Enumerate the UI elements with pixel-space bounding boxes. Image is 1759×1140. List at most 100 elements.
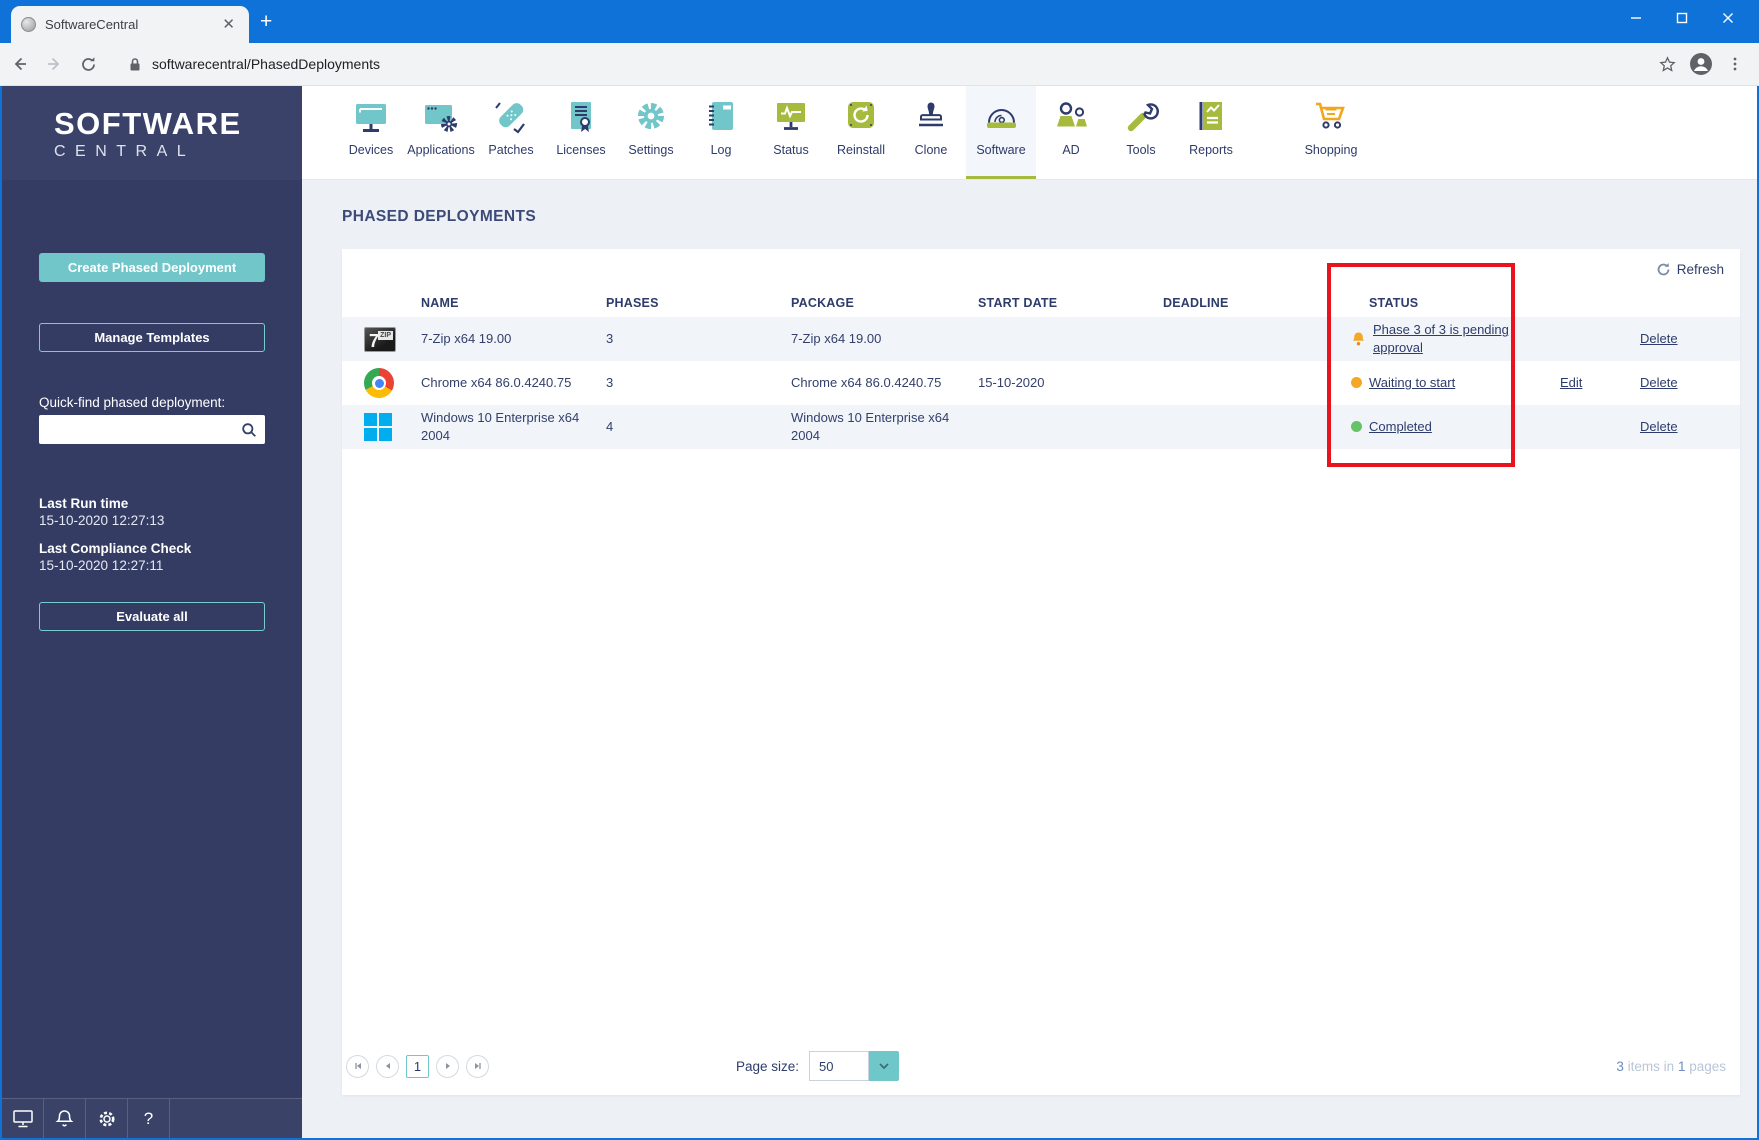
7zip-icon: 7 ZIP xyxy=(364,326,396,352)
col-status: STATUS xyxy=(1369,296,1419,310)
url-text: softwarecentral/PhasedDeployments xyxy=(152,56,381,72)
help-icon[interactable]: ? xyxy=(128,1099,170,1138)
window-maximize-button[interactable] xyxy=(1659,0,1705,36)
deployments-panel: Refresh NAME PHASES PACKAGE START DATE D… xyxy=(342,249,1740,1095)
settings-icon xyxy=(638,103,664,129)
forward-icon[interactable] xyxy=(40,50,68,78)
reports-icon xyxy=(1199,102,1222,130)
page-size-value[interactable]: 50 xyxy=(809,1051,870,1081)
back-icon[interactable] xyxy=(6,50,34,78)
profile-avatar[interactable] xyxy=(1687,50,1715,78)
cell-package: Chrome x64 86.0.4240.75 xyxy=(791,375,942,391)
sidebar-footer: ? xyxy=(2,1098,302,1138)
nav-item-software[interactable]: Software xyxy=(966,86,1036,179)
patches-icon xyxy=(495,102,525,134)
nav-item-tools[interactable]: Tools xyxy=(1106,86,1176,179)
clone-icon xyxy=(919,102,943,127)
favicon-icon xyxy=(21,17,36,32)
status-link[interactable]: Phase 3 of 3 is pending approval xyxy=(1373,321,1523,356)
nav-item-clone[interactable]: Clone xyxy=(896,86,966,179)
delete-link[interactable]: Delete xyxy=(1640,419,1678,434)
nav-item-ad[interactable]: AD xyxy=(1036,86,1106,179)
col-deadline: DEADLINE xyxy=(1163,296,1229,310)
create-phased-deployment-button[interactable]: Create Phased Deployment xyxy=(39,253,265,282)
last-compliance-label: Last Compliance Check xyxy=(39,541,192,556)
delete-link[interactable]: Delete xyxy=(1640,375,1678,390)
notifications-bell-icon[interactable] xyxy=(44,1099,86,1138)
window-minimize-button[interactable] xyxy=(1613,0,1659,36)
nav-item-shopping[interactable]: Shopping xyxy=(1296,86,1366,179)
refresh-button[interactable]: Refresh xyxy=(1656,262,1724,277)
pagination: 1 Page size: 50 3 items in 1 pages xyxy=(342,1051,1740,1095)
quickfind-input[interactable] xyxy=(39,415,241,444)
last-page-button[interactable] xyxy=(466,1054,489,1078)
cell-package: Windows 10 Enterprise x64 2004 xyxy=(791,410,950,443)
tab-title: SoftwareCentral xyxy=(45,17,139,32)
new-tab-button[interactable]: + xyxy=(260,10,272,34)
tab-close-icon[interactable]: ✕ xyxy=(218,15,239,34)
nav-item-patches[interactable]: Patches xyxy=(476,86,546,179)
next-page-button[interactable] xyxy=(436,1054,459,1078)
status-dot-icon xyxy=(1351,421,1362,433)
search-icon[interactable] xyxy=(241,422,257,438)
logo-line1: SOFTWARE xyxy=(54,105,242,141)
chevron-down-icon xyxy=(879,1063,889,1070)
sidebar: SOFTWARE CENTRAL Create Phased Deploymen… xyxy=(2,86,302,1138)
items-summary: 3 items in 1 pages xyxy=(1616,1058,1726,1074)
browser-tab[interactable]: SoftwareCentral ✕ xyxy=(11,6,249,43)
bookmark-star-icon[interactable] xyxy=(1653,50,1681,78)
devices-icon xyxy=(356,104,386,132)
nav-item-settings[interactable]: Settings xyxy=(616,86,686,179)
status-link[interactable]: Waiting to start xyxy=(1369,374,1455,392)
chrome-icon xyxy=(364,368,394,398)
nav-item-reinstall[interactable]: Reinstall xyxy=(826,86,896,179)
edit-link[interactable]: Edit xyxy=(1560,375,1582,390)
evaluate-all-button[interactable]: Evaluate all xyxy=(39,602,265,631)
table-row: Chrome x64 86.0.4240.75 3 Chrome x64 86.… xyxy=(342,361,1740,405)
nav-item-reports[interactable]: Reports xyxy=(1176,86,1246,179)
manage-templates-button[interactable]: Manage Templates xyxy=(39,323,265,352)
address-bar[interactable]: softwarecentral/PhasedDeployments xyxy=(114,56,1647,72)
software-icon xyxy=(987,109,1016,128)
windows-icon xyxy=(364,413,392,441)
browser-titlebar: SoftwareCentral ✕ + xyxy=(0,0,1759,43)
cell-name: Chrome x64 86.0.4240.75 xyxy=(421,375,572,391)
log-icon xyxy=(709,102,733,130)
ad-icon xyxy=(1057,102,1087,127)
col-package: PACKAGE xyxy=(791,296,854,310)
table-row: Windows 10 Enterprise x64 2004 4 Windows… xyxy=(342,405,1740,449)
licenses-icon xyxy=(571,102,591,132)
browser-menu-icon[interactable] xyxy=(1721,50,1749,78)
window-close-button[interactable] xyxy=(1705,0,1751,36)
tools-icon xyxy=(1127,103,1159,132)
nav-item-log[interactable]: Log xyxy=(686,86,756,179)
reload-icon[interactable] xyxy=(74,50,102,78)
status-icon xyxy=(777,103,805,130)
previous-page-button[interactable] xyxy=(376,1054,399,1078)
last-compliance-value: 15-10-2020 12:27:11 xyxy=(39,558,164,573)
page-size-label: Page size: xyxy=(736,1058,800,1074)
top-navigation: Devices Applications Patches Licenses Se… xyxy=(302,86,1757,180)
lock-icon xyxy=(130,57,140,70)
delete-link[interactable]: Delete xyxy=(1640,331,1678,346)
last-run-value: 15-10-2020 12:27:13 xyxy=(39,513,165,528)
cell-name: 7-Zip x64 19.00 xyxy=(421,331,512,347)
refresh-icon xyxy=(1657,262,1670,276)
nav-item-status[interactable]: Status xyxy=(756,86,826,179)
cell-phases: 3 xyxy=(606,331,614,347)
nav-item-applications[interactable]: Applications xyxy=(406,86,476,179)
quickfind-label: Quick-find phased deployment: xyxy=(39,395,226,410)
nav-item-licenses[interactable]: Licenses xyxy=(546,86,616,179)
app-logo: SOFTWARE CENTRAL xyxy=(2,86,302,180)
logo-line2: CENTRAL xyxy=(54,142,196,160)
browser-toolbar: softwarecentral/PhasedDeployments xyxy=(0,43,1759,86)
page-size-dropdown-button[interactable] xyxy=(869,1051,900,1081)
shopping-cart-icon xyxy=(1316,102,1345,129)
nav-item-devices[interactable]: Devices xyxy=(336,86,406,179)
status-link[interactable]: Completed xyxy=(1369,418,1432,436)
devices-footer-icon[interactable] xyxy=(2,1099,44,1138)
first-page-button[interactable] xyxy=(346,1054,369,1078)
current-page-button[interactable]: 1 xyxy=(406,1054,429,1078)
applications-icon xyxy=(425,105,457,132)
settings-gear-icon[interactable] xyxy=(86,1099,128,1138)
